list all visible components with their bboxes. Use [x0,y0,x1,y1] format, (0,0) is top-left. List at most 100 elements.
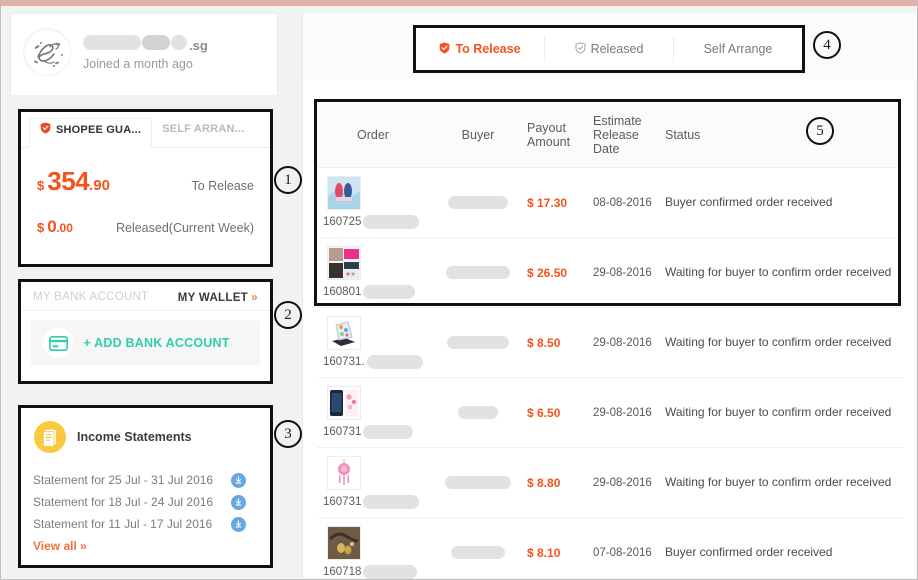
released-amount: 0 [47,217,56,237]
redacted-buyer [445,476,511,489]
shield-check-icon [575,42,586,57]
product-thumbnail[interactable] [327,176,361,210]
list-item[interactable]: Statement for 18 Jul - 24 Jul 2016 [33,491,258,513]
buyer-cell [429,406,527,419]
redacted-name-part1 [83,35,141,50]
annotation-3: 3 [274,420,302,448]
order-status: Waiting for buyer to confirm order recei… [665,334,902,350]
payout-amount: $ 8.80 [527,476,593,490]
tab-my-bank-account[interactable]: MY BANK ACCOUNT [33,291,148,303]
shield-check-icon [439,42,450,57]
payout-amount: $ 6.50 [527,406,593,420]
release-date: 29-08-2016 [593,337,665,349]
statement-list: Statement for 25 Jul - 31 Jul 2016 State… [21,469,270,535]
tab-self-arrange[interactable]: Self Arrange [673,36,802,62]
add-bank-account-label: + ADD BANK ACCOUNT [73,336,260,350]
column-header-order: Order [317,128,429,142]
released-label: Released(Current Week) [116,221,254,235]
table-row[interactable]: 160725 $ 17.30 08-08-2016 Buyer confirme… [317,168,902,238]
download-icon[interactable] [231,473,246,488]
buyer-cell [429,336,527,349]
redacted-buyer [451,546,505,559]
credit-card-icon [43,328,73,358]
order-cell: 160718 [317,526,429,579]
table-row[interactable]: 160801 $ 26.50 29-08-2016 Waiting for bu… [317,238,902,308]
list-item[interactable]: Statement for 11 Jul - 17 Jul 2016 [33,513,258,535]
statement-label: Statement for 11 Jul - 17 Jul 2016 [33,517,212,531]
product-thumbnail[interactable] [327,316,361,350]
shop-name: .sg [83,35,208,53]
download-icon[interactable] [231,495,246,510]
product-thumbnail[interactable] [327,456,361,490]
redacted-buyer [446,266,510,279]
release-date: 07-08-2016 [593,547,665,559]
order-id: 160731. [323,355,429,369]
payout-amount: $ 8.50 [527,336,593,350]
release-date: 29-08-2016 [593,407,665,419]
orders-panel: To Release Released Self Arrange [302,13,916,578]
add-bank-account-button[interactable]: + ADD BANK ACCOUNT [31,320,260,366]
release-date: 29-08-2016 [593,477,665,489]
table-row[interactable]: 160718 $ 8.10 07-08-2016 Buyer confirmed… [317,518,902,580]
column-header-estimate-release-date: EstimateReleaseDate [593,114,665,156]
to-release-cents: .90 [89,177,110,194]
tab-shopee-guarantee-label: SHOPEE GUA... [56,124,141,136]
redacted-name-part3 [171,35,187,50]
shield-check-icon [40,122,51,137]
statement-label: Statement for 25 Jul - 31 Jul 2016 [33,473,213,487]
to-release-amount: 354 [47,166,89,197]
redacted-order-id [363,425,413,439]
shop-logo-avatar[interactable] [23,28,71,76]
tab-self-arrange-balance[interactable]: SELF ARRAN... [152,118,254,147]
chevron-right-icon: » [251,290,258,304]
product-thumbnail[interactable] [327,386,361,420]
product-thumbnail[interactable] [327,246,361,280]
redacted-order-id [363,565,417,579]
order-tabs: To Release Released Self Arrange [413,25,805,73]
released-currency: $ [37,220,44,235]
to-release-label: To Release [191,179,254,193]
profile-text: .sg Joined a month ago [83,33,208,71]
column-header-payout-amount: PayoutAmount [527,121,593,149]
column-header-buyer: Buyer [429,128,527,142]
list-item[interactable]: Statement for 25 Jul - 31 Jul 2016 [33,469,258,491]
tab-released-label: Released [591,42,644,56]
table-row[interactable]: 160731 $ 6.50 29-08-2016 Waiting for buy… [317,378,902,448]
table-row[interactable]: 160731 $ 8.80 29-08-2016 Waiting for buy… [317,448,902,518]
redacted-buyer [447,336,509,349]
payout-amount: $ 17.30 [527,196,593,210]
order-status: Waiting for buyer to confirm order recei… [665,474,902,490]
payout-amount: $ 8.10 [527,546,593,560]
seller-profile-card: .sg Joined a month ago [10,13,278,95]
tab-released[interactable]: Released [544,36,673,62]
redacted-order-id [363,495,419,509]
table-row[interactable]: 160731. $ 8.50 29-08-2016 Waiting for bu… [317,308,902,378]
order-id: 160731 [323,425,429,439]
income-statements-card: Income Statements Statement for 25 Jul -… [18,405,273,568]
tab-to-release[interactable]: To Release [416,36,544,62]
order-cell: 160731. [317,316,429,369]
buyer-cell [429,266,527,279]
tab-self-arrange-balance-label: SELF ARRAN... [162,123,244,135]
statement-label: Statement for 18 Jul - 24 Jul 2016 [33,495,213,509]
orders-table-region: Order Buyer PayoutAmount EstimateRelease… [303,79,916,578]
annotation-1: 1 [274,166,302,194]
redacted-buyer [458,406,498,419]
order-status: Buyer confirmed order received [665,194,902,210]
order-status: Buyer confirmed order received [665,544,902,560]
order-id: 160718 [323,565,429,579]
order-id: 160725 [323,215,429,229]
redacted-name-part2 [142,35,170,50]
redacted-order-id [363,215,419,229]
download-icon[interactable] [231,517,246,532]
left-sidebar: .sg Joined a month ago SHOPEE GUA... [10,13,278,573]
annotation-2: 2 [274,301,302,329]
tab-to-release-label: To Release [455,42,520,56]
order-id: 160731 [323,495,429,509]
buyer-cell [429,196,527,209]
tab-shopee-guarantee[interactable]: SHOPEE GUA... [29,118,152,148]
view-all-link[interactable]: View all » [21,535,270,553]
tab-my-wallet[interactable]: MY WALLET» [178,290,258,304]
product-thumbnail[interactable] [327,526,361,560]
income-statements-header: Income Statements [21,408,270,453]
